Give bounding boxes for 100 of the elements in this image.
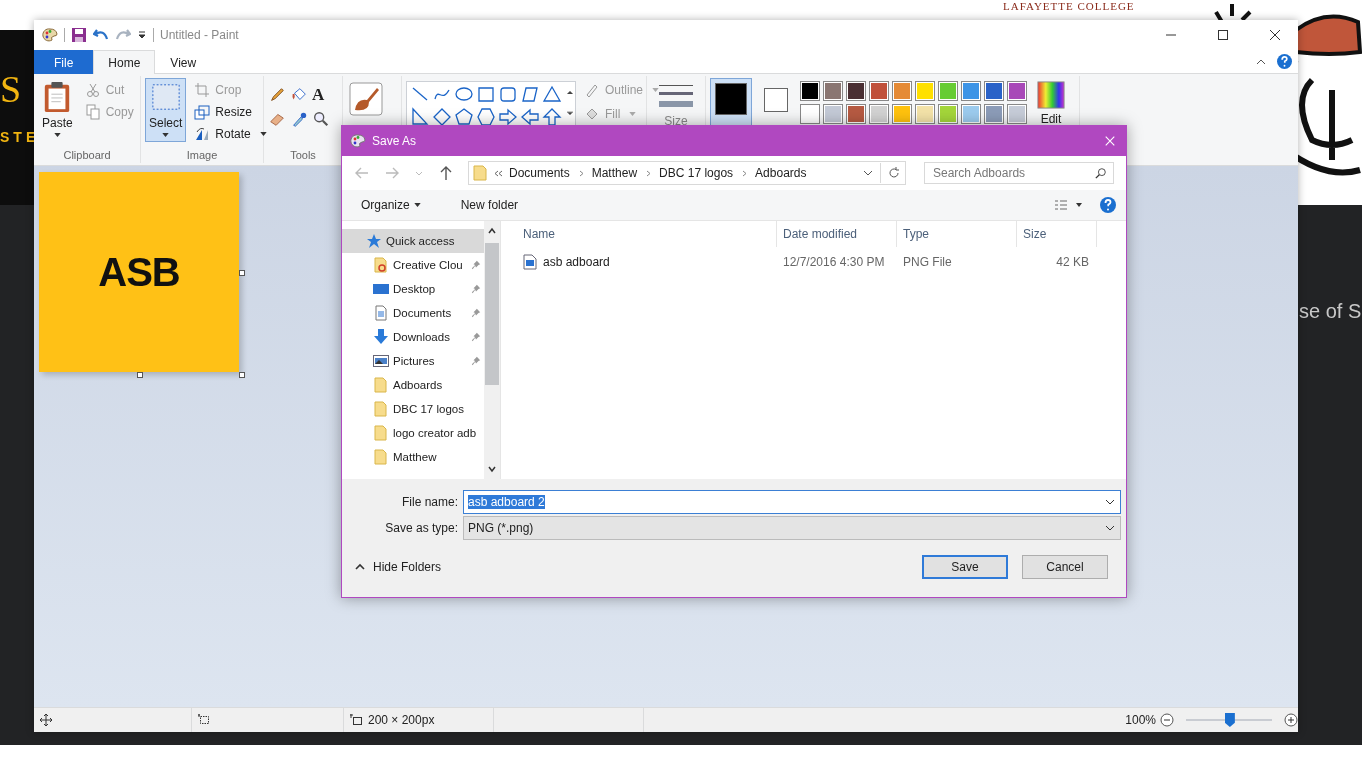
shape-icon[interactable] (410, 107, 430, 127)
nav-item[interactable]: DBC 17 logos (342, 397, 484, 421)
nav-item[interactable]: Creative Clou (342, 253, 484, 277)
refresh-icon[interactable] (887, 166, 901, 180)
breadcrumb[interactable]: Matthew (591, 166, 638, 180)
up-icon[interactable] (438, 165, 454, 181)
palette-swatch[interactable] (800, 104, 820, 124)
ribbon-tab[interactable]: File (34, 50, 94, 74)
select-button[interactable]: Select (145, 78, 187, 142)
breadcrumb[interactable]: DBC 17 logos (659, 166, 734, 180)
color-1-button[interactable] (710, 78, 752, 128)
resize-button[interactable]: Resize (190, 102, 271, 122)
organize-button[interactable]: Organize (352, 195, 430, 215)
palette-swatch[interactable] (823, 104, 843, 124)
palette-swatch[interactable] (846, 81, 866, 101)
cancel-button[interactable]: Cancel (1022, 555, 1108, 579)
nav-item[interactable]: Quick access (342, 229, 484, 253)
shape-icon[interactable] (520, 107, 540, 127)
nav-item[interactable]: Pictures (342, 349, 484, 373)
rotate-button[interactable]: Rotate (190, 124, 271, 144)
palette-swatch[interactable] (938, 81, 958, 101)
palette-swatch[interactable] (869, 81, 889, 101)
palette-swatch[interactable] (869, 104, 889, 124)
ribbon-tab[interactable]: View (155, 50, 212, 74)
shape-icon[interactable] (476, 107, 496, 127)
save-button[interactable]: Save (922, 555, 1008, 579)
palette-swatch[interactable] (1007, 81, 1027, 101)
caret-icon (652, 88, 660, 92)
view-options-icon[interactable] (1054, 198, 1084, 212)
zoom-slider-thumb[interactable] (1224, 713, 1235, 727)
palette-swatch[interactable] (984, 81, 1004, 101)
shape-icon[interactable] (498, 107, 518, 127)
new-folder-button[interactable]: New folder (451, 195, 528, 215)
palette-swatch[interactable] (1007, 104, 1027, 124)
overflow-chevron-icon[interactable] (493, 168, 503, 178)
brush-icon[interactable] (349, 82, 383, 116)
palette-swatch[interactable] (892, 104, 912, 124)
resize-handle[interactable] (239, 372, 245, 378)
table-cell-text: 12/7/2016 4:30 PM (782, 255, 886, 269)
pencil-icon[interactable] (268, 86, 286, 104)
nav-item[interactable]: logo creator adb (342, 421, 484, 445)
drawing-canvas[interactable]: ASB (39, 172, 239, 372)
shape-icon[interactable] (542, 107, 562, 127)
palette-swatch[interactable] (846, 104, 866, 124)
palette-swatch[interactable] (823, 81, 843, 101)
scrollbar[interactable] (484, 221, 500, 479)
scroll-down-icon[interactable] (487, 465, 497, 473)
breadcrumb[interactable]: Adboards (755, 166, 807, 180)
nav-item[interactable]: Matthew (342, 445, 484, 469)
column-header[interactable]: Type (897, 221, 1017, 247)
pin-icon (471, 356, 481, 366)
search-field[interactable]: Search Adboards (924, 162, 1114, 184)
shape-icon[interactable] (476, 85, 496, 105)
resize-handle[interactable] (239, 270, 245, 276)
zoom-in-icon[interactable] (1284, 713, 1298, 727)
ribbon-tab[interactable]: Home (93, 50, 156, 74)
shape-icon[interactable] (454, 107, 474, 127)
palette-swatch[interactable] (915, 81, 935, 101)
help-icon[interactable] (1100, 197, 1116, 213)
resize-icon (194, 104, 211, 120)
palette-swatch[interactable] (892, 81, 912, 101)
scroll-up-icon[interactable] (487, 227, 497, 235)
gallery-scroll-icon[interactable] (565, 88, 575, 118)
palette-swatch[interactable] (915, 104, 935, 124)
scrollbar-thumb[interactable] (485, 243, 499, 385)
magnifier-icon[interactable] (312, 110, 330, 128)
shape-icon[interactable] (432, 107, 452, 127)
resize-handle[interactable] (137, 372, 143, 378)
maximize-icon[interactable] (1217, 29, 1229, 41)
text-tool[interactable]: A (312, 86, 326, 104)
nav-item[interactable]: Adboards (342, 373, 484, 397)
edit-colors-button[interactable]: Edit (1033, 78, 1069, 142)
file-name[interactable]: asb adboard (543, 255, 610, 269)
hide-folders-button[interactable]: Hide Folders (354, 559, 443, 575)
save-icon[interactable] (71, 27, 87, 43)
close-icon[interactable] (1269, 29, 1281, 41)
shape-icon[interactable] (498, 85, 518, 105)
column-header[interactable]: Name (517, 221, 777, 247)
nav-item[interactable]: Documents (342, 301, 484, 325)
nav-item[interactable]: Downloads (342, 325, 484, 349)
color-picker-icon[interactable] (290, 110, 308, 128)
breadcrumb[interactable]: Documents (509, 166, 570, 180)
help-icon[interactable] (1277, 54, 1292, 69)
palette-swatch[interactable] (938, 104, 958, 124)
file-type-dropdown[interactable]: PNG (*.png) (463, 516, 1121, 540)
address-bar[interactable]: Documents Matthew DBC 17 logos Adboards (468, 161, 906, 185)
zoom-out-icon[interactable] (1160, 713, 1174, 727)
column-header[interactable]: Size (1017, 221, 1097, 247)
column-header[interactable]: Date modified (777, 221, 897, 247)
nav-item[interactable]: Desktop (342, 277, 484, 301)
shape-icon[interactable] (542, 85, 562, 105)
customize-caret-icon[interactable] (137, 30, 147, 40)
shape-icon[interactable] (520, 85, 540, 105)
palette-swatch[interactable] (984, 104, 1004, 124)
palette-swatch[interactable] (961, 81, 981, 101)
file-name-field[interactable]: asb adboard 2 (463, 490, 1121, 514)
folder-icon (373, 401, 389, 417)
palette-swatch[interactable] (800, 81, 820, 101)
palette-swatch[interactable] (961, 104, 981, 124)
paste-button[interactable]: Paste (38, 78, 77, 142)
